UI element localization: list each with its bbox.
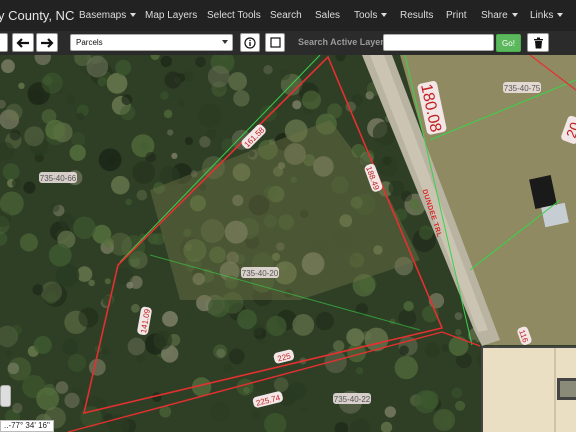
nav-tools[interactable]: Tools bbox=[354, 10, 388, 21]
arrow-right-icon bbox=[41, 37, 54, 48]
svg-text:735-40-22: 735-40-22 bbox=[334, 395, 371, 404]
coordinate-readout: ..-77° 34' 16" bbox=[0, 420, 54, 432]
nav-search[interactable]: Search bbox=[270, 10, 302, 21]
chevron-down-icon bbox=[557, 13, 564, 18]
active-layer-select[interactable]: Parcels bbox=[70, 34, 233, 51]
go-button[interactable]: Go! bbox=[496, 34, 521, 52]
clear-button[interactable] bbox=[527, 33, 549, 52]
app-title: y County, NC bbox=[0, 8, 75, 23]
nav-share[interactable]: Share bbox=[481, 10, 518, 21]
nav-select-tools[interactable]: Select Tools bbox=[207, 10, 261, 21]
chevron-down-icon bbox=[381, 13, 388, 18]
nav-print[interactable]: Print bbox=[446, 10, 467, 21]
zoom-control[interactable] bbox=[0, 385, 11, 407]
trash-icon bbox=[533, 37, 543, 48]
forward-extent-button[interactable] bbox=[36, 33, 58, 52]
top-navbar: y County, NC Basemaps Map Layers Select … bbox=[0, 0, 576, 31]
search-active-layer-label: Search Active Layer: bbox=[298, 37, 387, 47]
chevron-down-icon bbox=[130, 13, 137, 18]
parcel-id-northeast: 735-40-75 bbox=[503, 82, 541, 93]
arrow-left-icon bbox=[16, 37, 29, 48]
square-select-icon bbox=[269, 37, 281, 48]
identify-button[interactable] bbox=[240, 33, 260, 52]
partial-tool-button[interactable] bbox=[0, 33, 8, 52]
nav-results[interactable]: Results bbox=[400, 10, 433, 21]
parcel-id-south: 735-40-22 bbox=[333, 393, 371, 404]
nav-sales[interactable]: Sales bbox=[315, 10, 340, 21]
chevron-down-icon bbox=[511, 13, 518, 18]
back-extent-button[interactable] bbox=[12, 33, 34, 52]
overview-map[interactable] bbox=[481, 346, 576, 432]
select-box-button[interactable] bbox=[265, 33, 285, 52]
map-toolbar: Parcels Search Active Layer: Go! bbox=[0, 31, 576, 55]
parcel-id-west: 735-40-66 bbox=[39, 172, 77, 183]
nav-map-layers[interactable]: Map Layers bbox=[145, 10, 197, 21]
overview-map-graphic bbox=[483, 348, 576, 432]
parcel-id-main: 735-40-20 bbox=[241, 267, 279, 278]
nav-links[interactable]: Links bbox=[530, 10, 564, 21]
svg-text:735-40-75: 735-40-75 bbox=[504, 84, 541, 93]
chevron-down-icon bbox=[222, 40, 228, 44]
svg-text:735-40-66: 735-40-66 bbox=[40, 174, 77, 183]
nav-basemaps[interactable]: Basemaps bbox=[79, 10, 137, 21]
svg-text:735-40-20: 735-40-20 bbox=[242, 269, 279, 278]
search-active-layer-input[interactable] bbox=[383, 34, 494, 51]
info-icon bbox=[244, 36, 256, 49]
